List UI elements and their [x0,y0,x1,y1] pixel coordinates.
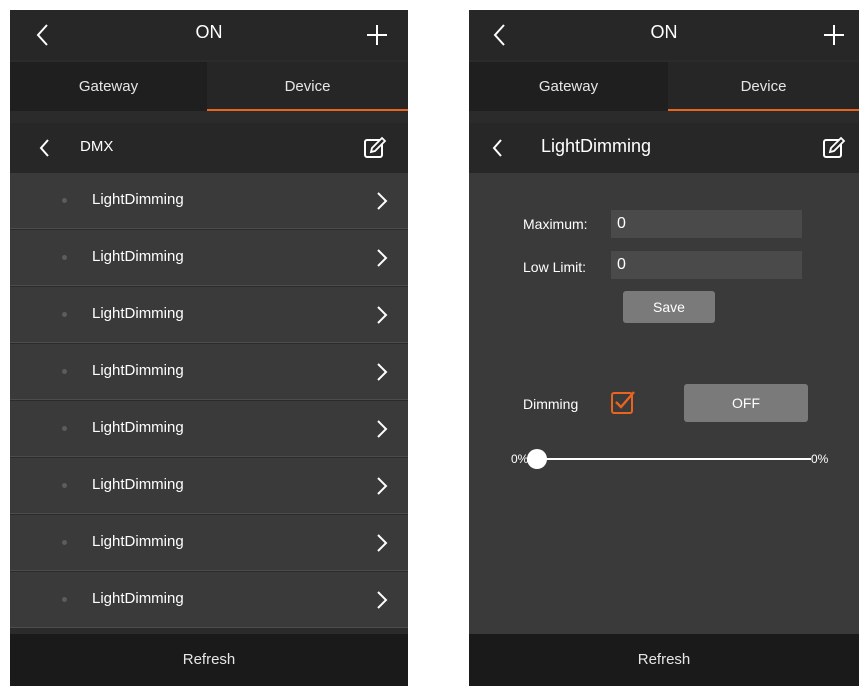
chevron-right-icon [377,363,388,381]
list-item[interactable]: LightDimming [10,572,408,628]
slider-min-label: 0% [511,452,529,466]
plus-icon [824,25,844,45]
tab-bar: Gateway Device [469,62,859,111]
list-item-label: LightDimming [92,362,184,379]
chevron-right-icon [377,420,388,438]
list-item[interactable]: LightDimming [10,230,408,286]
list-item-label: LightDimming [92,476,184,493]
list-item-label: LightDimming [92,248,184,265]
chevron-right-icon [377,591,388,609]
bullet-icon [62,426,67,431]
sub-header: DMX [10,123,408,173]
chevron-right-icon [377,306,388,324]
chevron-left-icon [39,139,49,157]
list-item[interactable]: LightDimming [10,515,408,571]
add-button[interactable] [362,20,392,50]
top-bar: ON [469,10,859,60]
list-item-label: LightDimming [92,305,184,322]
tab-bar: Gateway Device [10,62,408,111]
light-dimming-screen: ON Gateway Device LightDimming Maximum: … [469,10,859,686]
refresh-button[interactable]: Refresh [10,634,408,686]
bullet-icon [62,198,67,203]
low-limit-label: Low Limit: [523,259,587,275]
slider-value-label: 0% [811,452,829,466]
list-item[interactable]: LightDimming [10,287,408,343]
dimming-slider[interactable] [531,458,811,460]
list-item[interactable]: LightDimming [10,344,408,400]
bullet-icon [62,483,67,488]
sub-back-button[interactable] [30,133,60,163]
chevron-left-icon [492,139,502,157]
refresh-button[interactable]: Refresh [469,634,859,686]
bullet-icon [62,597,67,602]
tab-device[interactable]: Device [207,62,408,111]
sub-header-title: DMX [80,138,114,155]
list-item-label: LightDimming [92,191,184,208]
edit-button[interactable] [362,135,388,161]
maximum-label: Maximum: [523,216,588,232]
low-limit-input[interactable]: 0 [611,251,802,279]
slider-thumb[interactable] [527,449,547,469]
tab-gateway[interactable]: Gateway [10,62,207,111]
bullet-icon [62,312,67,317]
chevron-right-icon [377,534,388,552]
page-title: ON [195,22,223,42]
list-item[interactable]: LightDimming [10,173,408,229]
device-list: LightDimming LightDimming LightDimming L… [10,173,408,629]
maximum-input[interactable]: 0 [611,210,802,238]
chevron-right-icon [377,477,388,495]
device-list-screen: ON Gateway Device DMX LightDimming Light… [10,10,408,686]
tab-gateway[interactable]: Gateway [469,62,668,111]
edit-button[interactable] [821,135,847,161]
bullet-icon [62,540,67,545]
dimming-toggle-button[interactable]: OFF [684,384,808,422]
chevron-right-icon [377,249,388,267]
sub-header: LightDimming [469,123,859,173]
top-bar: ON [10,10,408,60]
list-item-label: LightDimming [92,419,184,436]
sub-header-title: LightDimming [541,136,652,156]
page-title: ON [650,22,678,42]
dimming-label: Dimming [523,396,579,412]
settings-panel: Maximum: 0 Low Limit: 0 Save Dimming OFF… [469,173,859,634]
edit-icon [823,136,846,158]
list-item[interactable]: LightDimming [10,458,408,514]
edit-icon [364,136,387,158]
chevron-right-icon [377,192,388,210]
sub-back-button[interactable] [483,133,513,163]
list-item-label: LightDimming [92,533,184,550]
add-button[interactable] [819,20,849,50]
bullet-icon [62,255,67,260]
plus-icon [367,25,387,45]
list-item[interactable]: LightDimming [10,401,408,457]
list-item-label: LightDimming [92,590,184,607]
tab-device[interactable]: Device [668,62,859,111]
dimming-checkbox[interactable] [610,389,636,415]
bullet-icon [62,369,67,374]
save-button[interactable]: Save [623,291,715,323]
